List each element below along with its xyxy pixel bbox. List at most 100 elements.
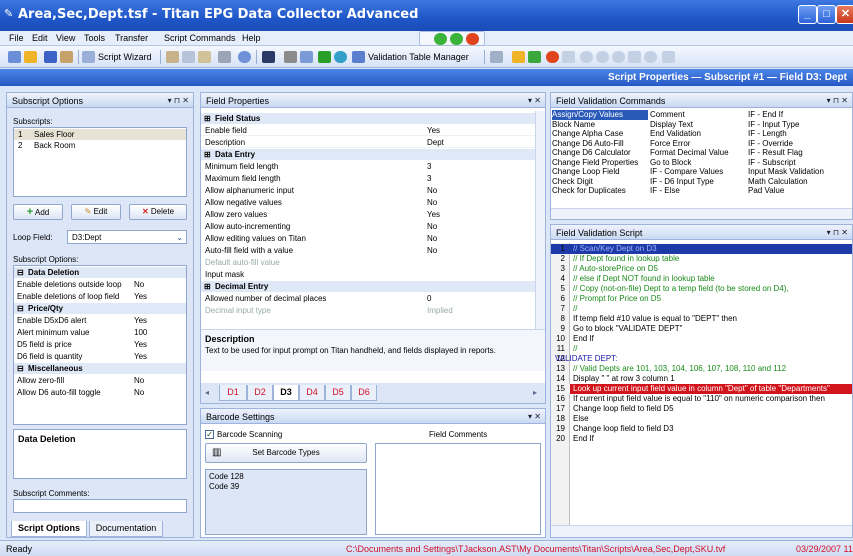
tab-d5[interactable]: D5 (325, 385, 351, 401)
script-line[interactable]: 15 Look up current input field value in c… (551, 384, 852, 394)
property-row[interactable]: Auto-fill field with a value No (201, 245, 535, 256)
copy-icon[interactable] (182, 51, 195, 63)
nav-prev-icon[interactable] (596, 51, 609, 63)
commands-scrollbar[interactable] (551, 208, 852, 219)
list-item[interactable]: Display Text (650, 120, 746, 130)
tab-d1[interactable]: D1 (219, 385, 247, 401)
menu-script-commands[interactable]: Script Commands (164, 33, 236, 43)
validate-icon[interactable] (318, 51, 331, 63)
connect-icon[interactable] (434, 33, 447, 45)
loop-field-select[interactable]: D3:Dept ⌄ (67, 230, 187, 244)
pane-controls-icon[interactable]: ▾ ⊓ ✕ (827, 96, 848, 105)
list-item[interactable]: Check Digit (552, 177, 648, 187)
group-data-deletion[interactable]: ⊟ Data Deletion (14, 267, 186, 278)
property-scrollbar[interactable] (535, 111, 545, 329)
paste-icon[interactable] (198, 51, 211, 63)
field-comments-input[interactable] (375, 443, 541, 535)
list-item[interactable]: IF - Subscript (748, 158, 844, 168)
property-row[interactable]: Allowed number of decimal places 0 (201, 293, 535, 304)
group-miscellaneous[interactable]: ⊟ Miscellaneous (14, 363, 186, 374)
list-item[interactable]: Format Decimal Value (650, 148, 746, 158)
find-icon[interactable] (628, 51, 641, 63)
cut-icon[interactable] (166, 51, 179, 63)
send-icon[interactable] (450, 33, 463, 45)
option-row[interactable]: Allow zero-fill No (14, 375, 186, 386)
tab-d3[interactable]: D3 (273, 385, 299, 401)
tab-documentation[interactable]: Documentation (89, 521, 163, 537)
property-row[interactable]: Input mask (201, 269, 535, 280)
pane-controls-icon[interactable]: ▾ ✕ (528, 96, 541, 105)
property-row[interactable]: Allow negative values No (201, 197, 535, 208)
group-data-entry[interactable]: ⊞ Data Entry (201, 149, 535, 160)
script-editor[interactable]: 1// Scan/Key Dept on D3 2// If Dept foun… (551, 243, 852, 525)
group-price-qty[interactable]: ⊟ Price/Qty (14, 303, 186, 314)
list-item[interactable]: Change D6 Calculator (552, 148, 648, 158)
refresh-icon[interactable] (334, 51, 347, 63)
tab-d6[interactable]: D6 (351, 385, 377, 401)
move-down-icon[interactable] (512, 51, 525, 63)
list-item[interactable]: IF - Else (650, 186, 746, 196)
menu-edit[interactable]: Edit (32, 33, 48, 43)
preview-icon[interactable] (300, 51, 313, 63)
list-item[interactable]: IF - Input Type (748, 120, 844, 130)
menu-file[interactable]: File (9, 33, 24, 43)
menu-tools[interactable]: Tools (84, 33, 105, 43)
pane-controls-icon[interactable]: ▾ ⊓ ✕ (168, 96, 189, 105)
help-icon[interactable] (238, 51, 251, 63)
list-item[interactable]: IF - Length (748, 129, 844, 139)
property-row[interactable]: Allow auto-incrementing No (201, 221, 535, 232)
comment-icon[interactable] (562, 51, 575, 63)
list-item[interactable]: Go to Block (650, 158, 746, 168)
property-row[interactable]: Enable field Yes (201, 125, 535, 136)
nav-last-icon[interactable] (644, 51, 657, 63)
list-item[interactable]: Math Calculation (748, 177, 844, 187)
option-row[interactable]: Enable deletions outside loop No (14, 279, 186, 290)
wizard-icon[interactable] (82, 51, 95, 63)
maximize-button[interactable]: □ (817, 5, 836, 24)
list-item[interactable]: Change Alpha Case (552, 129, 648, 139)
wizard-small-icon[interactable] (8, 51, 21, 63)
option-row[interactable]: D6 field is quantity Yes (14, 351, 186, 362)
list-item[interactable]: IF - Result Flag (748, 148, 844, 158)
open-icon[interactable] (24, 51, 37, 63)
option-row[interactable]: Enable deletions of loop field Yes (14, 291, 186, 302)
list-item[interactable]: Comment (650, 110, 746, 120)
property-row[interactable]: Decimal input type Implied (201, 305, 535, 316)
list-item[interactable]: Change Loop Field (552, 167, 648, 177)
barcode-scanning-checkbox[interactable]: ✓ (205, 430, 214, 439)
property-row[interactable]: Allow editing values on Titan No (201, 233, 535, 244)
tab-scroll-right-icon[interactable]: ▸ (533, 388, 537, 397)
option-row[interactable]: Enable D5xD6 alert Yes (14, 315, 186, 326)
stop-icon[interactable] (466, 33, 479, 45)
minimize-button[interactable]: _ (798, 5, 817, 24)
save-icon[interactable] (44, 51, 57, 63)
delete-line-icon[interactable] (546, 51, 559, 63)
close-button[interactable]: ✕ (836, 5, 853, 24)
option-row[interactable]: Allow D6 auto-fill toggle No (14, 387, 186, 398)
property-row[interactable]: Minimum field length 3 (201, 161, 535, 172)
list-item[interactable]: Change D6 Auto-Fill (552, 139, 648, 149)
list-item[interactable]: IF - D6 Input Type (650, 177, 746, 187)
list-item[interactable]: Force Error (650, 139, 746, 149)
tab-scroll-left-icon[interactable]: ◂ (205, 388, 209, 397)
list-item[interactable]: Pad Value (748, 186, 844, 196)
list-item[interactable]: IF - Compare Values (650, 167, 746, 177)
group-field-status[interactable]: ⊞ Field Status (201, 113, 535, 124)
properties-icon[interactable] (60, 51, 73, 63)
tab-d2[interactable]: D2 (247, 385, 273, 401)
option-row[interactable]: Alert minimum value 100 (14, 327, 186, 338)
menu-transfer[interactable]: Transfer (115, 33, 148, 43)
subscript-comments-input[interactable] (13, 499, 187, 513)
set-barcode-types-button[interactable]: ▥ Set Barcode Types (205, 443, 367, 463)
property-row[interactable]: Allow zero values Yes (201, 209, 535, 220)
script-line[interactable]: 1// Scan/Key Dept on D3 (551, 244, 852, 254)
indent-icon[interactable] (490, 51, 503, 63)
list-item[interactable]: Block Name (552, 120, 648, 130)
property-row[interactable]: Allow alphanumeric input No (201, 185, 535, 196)
list-item[interactable]: 2 Back Room (14, 140, 186, 151)
property-row[interactable]: Description Dept (201, 137, 535, 148)
tab-d4[interactable]: D4 (299, 385, 325, 401)
list-item[interactable]: IF - End If (748, 110, 844, 120)
validation-table-manager-button[interactable]: Validation Table Manager (368, 52, 469, 62)
menu-view[interactable]: View (56, 33, 75, 43)
